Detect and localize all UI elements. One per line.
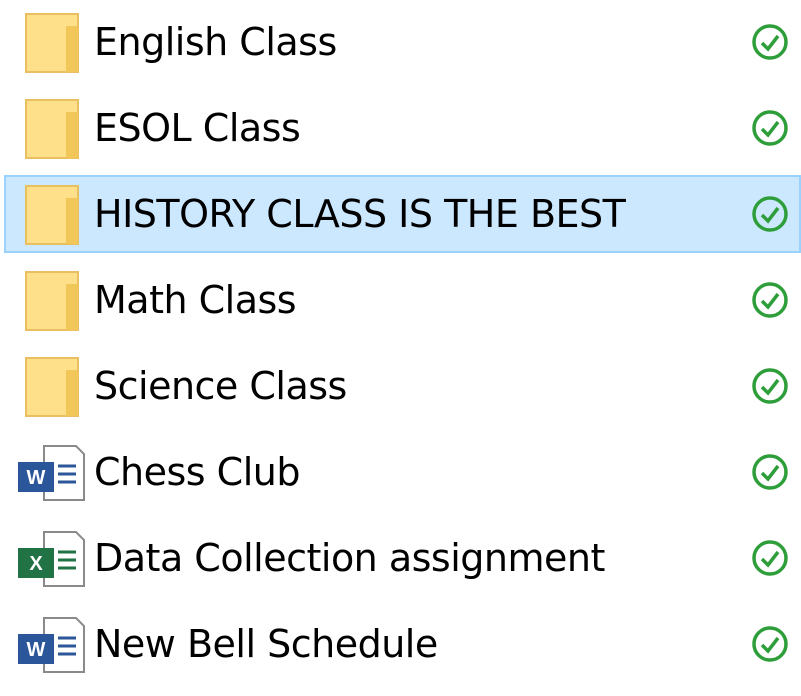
folder-icon (14, 12, 86, 74)
svg-text:X: X (29, 553, 43, 575)
folder-icon (14, 98, 86, 160)
item-name: Science Class (94, 364, 347, 408)
list-item-math-class[interactable]: Math Class (0, 258, 801, 342)
item-name: Data Collection assignment (94, 536, 605, 580)
word-document-icon: W (14, 614, 86, 676)
synced-check-icon (750, 624, 790, 664)
list-item-esol-class[interactable]: ESOL Class (0, 86, 801, 170)
list-item-english-class[interactable]: English Class (0, 0, 801, 84)
synced-check-icon (750, 452, 790, 492)
item-name: Math Class (94, 278, 297, 322)
list-item-science-class[interactable]: Science Class (0, 344, 801, 428)
synced-check-icon (750, 22, 790, 62)
item-name: New Bell Schedule (94, 622, 438, 666)
synced-check-icon (750, 280, 790, 320)
item-name: ESOL Class (94, 106, 301, 150)
synced-check-icon (750, 366, 790, 406)
list-item-data-collection-assignment[interactable]: X Data Collection assignment (0, 516, 801, 600)
synced-check-icon (750, 108, 790, 148)
list-item-history-class[interactable]: HISTORY CLASS IS THE BEST (0, 172, 801, 256)
item-name: HISTORY CLASS IS THE BEST (94, 192, 626, 236)
folder-icon (14, 270, 86, 332)
synced-check-icon (750, 194, 790, 234)
folder-icon (14, 356, 86, 418)
word-document-icon: W (14, 442, 86, 504)
folder-icon (14, 184, 86, 246)
list-item-new-bell-schedule[interactable]: W New Bell Schedule (0, 602, 801, 686)
item-name: Chess Club (94, 450, 300, 494)
svg-text:W: W (27, 639, 46, 661)
synced-check-icon (750, 538, 790, 578)
item-name: English Class (94, 20, 337, 64)
svg-text:W: W (27, 467, 46, 489)
list-item-chess-club[interactable]: W Chess Club (0, 430, 801, 514)
excel-document-icon: X (14, 528, 86, 590)
